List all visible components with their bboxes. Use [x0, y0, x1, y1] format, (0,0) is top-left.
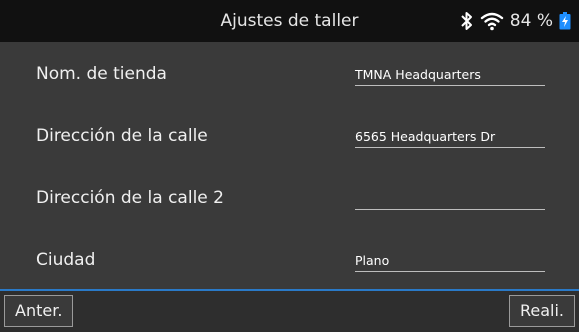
field-label: Dirección de la calle 2 — [36, 188, 224, 208]
field-row-city[interactable]: Ciudad Plano — [0, 229, 579, 292]
header-bar: Ajustes de taller 84 % — [0, 0, 579, 42]
done-button[interactable]: Reali. — [508, 295, 575, 327]
store-name-field[interactable]: TMNA Headquarters — [355, 65, 545, 86]
field-label: Ciudad — [36, 250, 96, 270]
footer-bar: Anter. Reali. — [0, 289, 579, 332]
status-area: 84 % — [460, 0, 571, 42]
city-field[interactable]: Plano — [355, 251, 545, 272]
field-label: Nom. de tienda — [36, 64, 167, 84]
street-address-field[interactable]: 6565 Headquarters Dr — [355, 127, 545, 148]
bluetooth-icon — [460, 11, 474, 31]
street-address-2-field[interactable] — [355, 189, 545, 210]
battery-charging-icon — [559, 12, 571, 30]
field-row-street-address[interactable]: Dirección de la calle 6565 Headquarters … — [0, 105, 579, 170]
wifi-icon — [480, 11, 504, 31]
battery-percent: 84 % — [509, 11, 553, 31]
field-row-store-name[interactable]: Nom. de tienda TMNA Headquarters — [0, 43, 579, 108]
field-label: Dirección de la calle — [36, 126, 208, 146]
field-row-street-address-2[interactable]: Dirección de la calle 2 — [0, 167, 579, 232]
previous-button[interactable]: Anter. — [4, 295, 74, 327]
